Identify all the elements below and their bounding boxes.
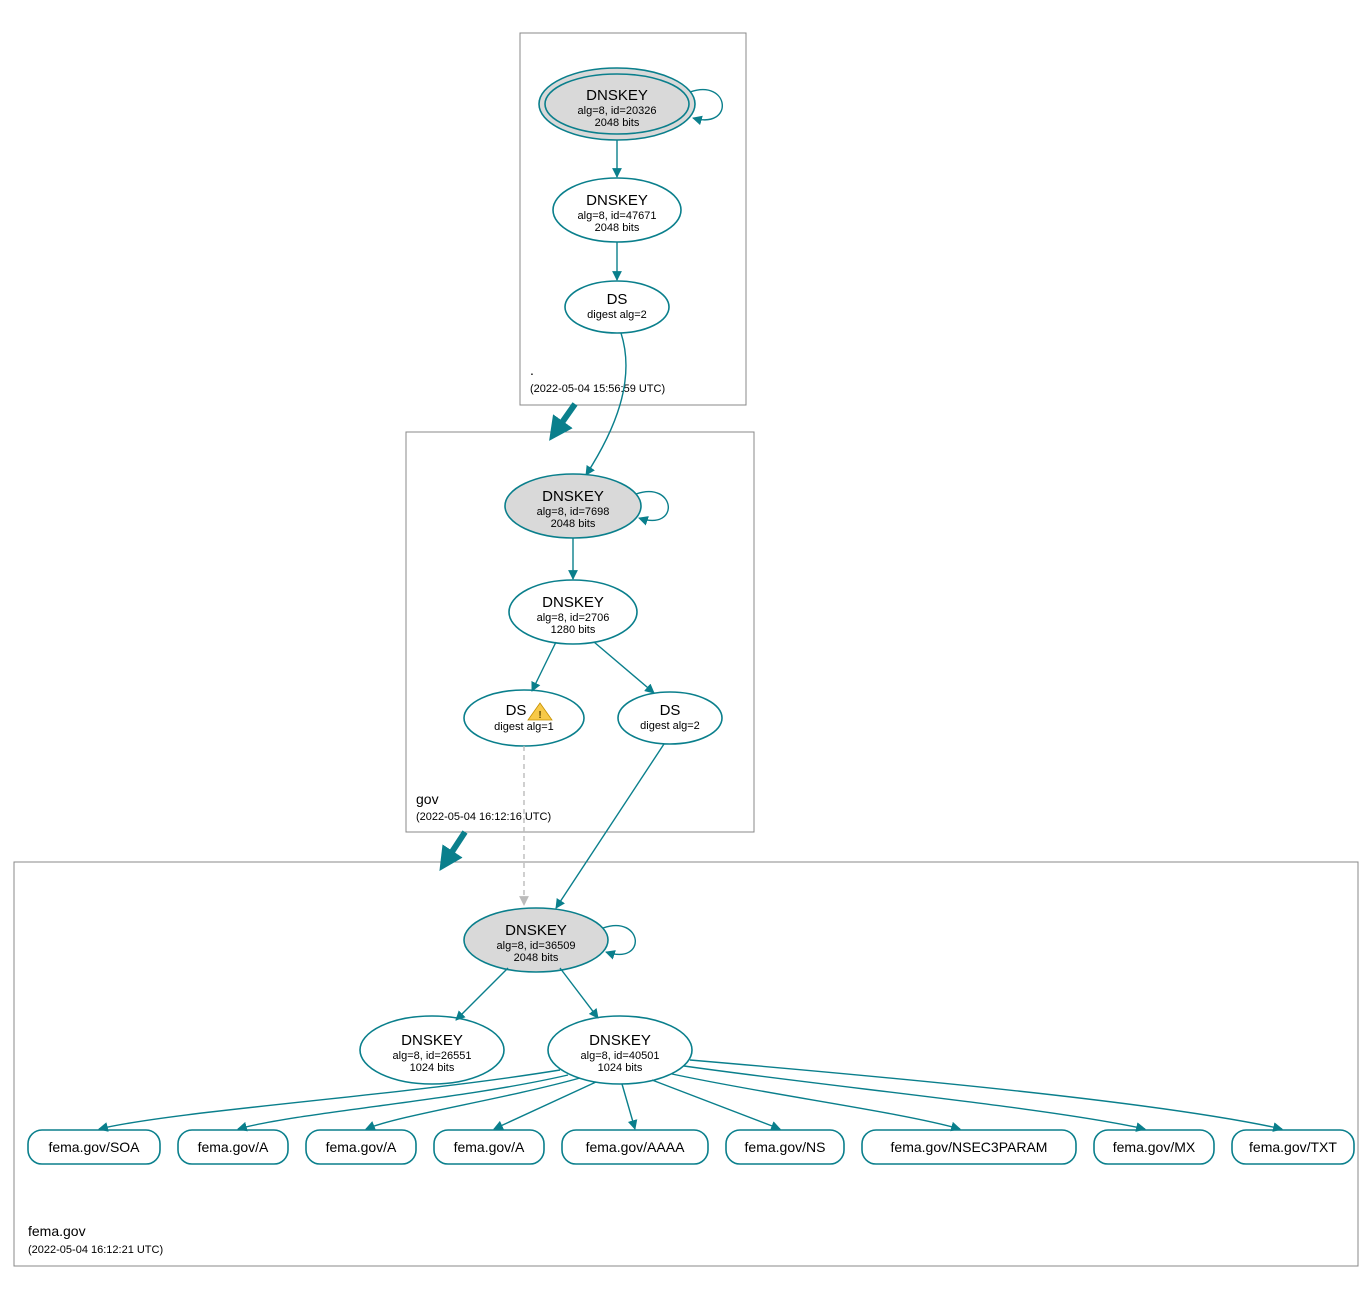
node-root-ds: DS digest alg=2	[565, 281, 669, 333]
rrsets: fema.gov/SOA fema.gov/A fema.gov/A fema.…	[28, 1130, 1354, 1164]
svg-text:alg=8, id=47671: alg=8, id=47671	[578, 210, 657, 222]
svg-text:1280 bits: 1280 bits	[551, 624, 596, 636]
rrset-aaaa: fema.gov/AAAA	[562, 1130, 708, 1164]
rrset-soa: fema.gov/SOA	[28, 1130, 160, 1164]
svg-text:fema.gov/MX: fema.gov/MX	[1113, 1139, 1196, 1155]
svg-text:alg=8, id=40501: alg=8, id=40501	[581, 1050, 660, 1062]
svg-text:fema.gov/A: fema.gov/A	[326, 1139, 397, 1155]
svg-text:DNSKEY: DNSKEY	[586, 192, 648, 209]
edge-zsk2-aaaa	[622, 1084, 635, 1129]
node-gov-zsk: DNSKEY alg=8, id=2706 1280 bits	[509, 580, 637, 644]
zone-fema-label: fema.gov	[28, 1223, 86, 1239]
svg-text:alg=8, id=20326: alg=8, id=20326	[578, 105, 657, 117]
svg-text:alg=8, id=36509: alg=8, id=36509	[497, 940, 576, 952]
svg-text:2048 bits: 2048 bits	[514, 952, 559, 964]
svg-text:alg=8, id=26551: alg=8, id=26551	[393, 1050, 472, 1062]
svg-text:digest alg=1: digest alg=1	[494, 721, 554, 733]
edge-govzsk-ds1	[532, 642, 556, 691]
svg-text:fema.gov/SOA: fema.gov/SOA	[48, 1139, 140, 1155]
rrset-a-1: fema.gov/A	[178, 1130, 288, 1164]
zone-fema: fema.gov (2022-05-04 16:12:21 UTC) DNSKE…	[14, 744, 1358, 1266]
svg-text:2048 bits: 2048 bits	[551, 518, 596, 530]
edge-femaksk-zsk1	[456, 968, 508, 1020]
svg-text:2048 bits: 2048 bits	[595, 117, 640, 129]
svg-text:DNSKEY: DNSKEY	[589, 1032, 651, 1049]
zone-gov-label: gov	[416, 791, 439, 807]
edge-govzsk-ds2	[594, 642, 654, 693]
node-gov-ds1: DS ! digest alg=1	[464, 690, 584, 746]
zone-root-timestamp: (2022-05-04 15:56:59 UTC)	[530, 383, 665, 395]
rrset-a-2: fema.gov/A	[306, 1130, 416, 1164]
svg-text:DS: DS	[660, 702, 681, 719]
svg-text:alg=8, id=7698: alg=8, id=7698	[537, 506, 610, 518]
edge-rootds-govksk	[586, 333, 626, 475]
node-fema-zsk1: DNSKEY alg=8, id=26551 1024 bits	[360, 1016, 504, 1084]
edge-femaksk-zsk2	[560, 968, 598, 1018]
svg-text:fema.gov/NSEC3PARAM: fema.gov/NSEC3PARAM	[891, 1139, 1048, 1155]
node-fema-ksk: DNSKEY alg=8, id=36509 2048 bits	[464, 908, 608, 972]
edge-zsk2-nsec3	[672, 1074, 960, 1129]
rrset-nsec3param: fema.gov/NSEC3PARAM	[862, 1130, 1076, 1164]
rrset-ns: fema.gov/NS	[726, 1130, 844, 1164]
rrset-mx: fema.gov/MX	[1094, 1130, 1214, 1164]
rrset-a-3: fema.gov/A	[434, 1130, 544, 1164]
svg-text:DS: DS	[506, 702, 527, 719]
svg-text:1024 bits: 1024 bits	[410, 1062, 455, 1074]
zone-root-label: .	[530, 362, 534, 378]
zone-gov: gov (2022-05-04 16:12:16 UTC) DNSKEY alg…	[406, 333, 754, 832]
zone-root: . (2022-05-04 15:56:59 UTC) DNSKEY alg=8…	[520, 33, 746, 405]
node-root-ksk: DNSKEY alg=8, id=20326 2048 bits	[539, 68, 695, 140]
svg-text:fema.gov/AAAA: fema.gov/AAAA	[586, 1139, 685, 1155]
svg-text:DS: DS	[607, 291, 628, 308]
edge-gov-to-fema-delegation	[446, 832, 465, 861]
svg-text:alg=8, id=2706: alg=8, id=2706	[537, 612, 610, 624]
node-gov-ksk: DNSKEY alg=8, id=7698 2048 bits	[505, 474, 641, 538]
edge-zsk2-a3	[494, 1082, 596, 1129]
edge-root-to-gov-delegation	[556, 404, 575, 431]
rrset-txt: fema.gov/TXT	[1232, 1130, 1354, 1164]
svg-text:digest alg=2: digest alg=2	[640, 720, 700, 732]
node-fema-zsk2: DNSKEY alg=8, id=40501 1024 bits	[548, 1016, 692, 1084]
zone-gov-timestamp: (2022-05-04 16:12:16 UTC)	[416, 811, 551, 823]
svg-text:fema.gov/A: fema.gov/A	[198, 1139, 269, 1155]
svg-text:DNSKEY: DNSKEY	[505, 922, 567, 939]
svg-text:DNSKEY: DNSKEY	[542, 488, 604, 505]
svg-text:digest alg=2: digest alg=2	[587, 309, 647, 321]
node-gov-ds2: DS digest alg=2	[618, 692, 722, 744]
edge-zsk2-a1	[238, 1075, 568, 1129]
svg-text:2048 bits: 2048 bits	[595, 222, 640, 234]
svg-text:DNSKEY: DNSKEY	[542, 594, 604, 611]
edge-govds2-femaksk	[556, 744, 664, 908]
svg-text:!: !	[538, 710, 541, 721]
svg-text:fema.gov/TXT: fema.gov/TXT	[1249, 1139, 1337, 1155]
zone-fema-timestamp: (2022-05-04 16:12:21 UTC)	[28, 1244, 163, 1256]
svg-text:DNSKEY: DNSKEY	[586, 87, 648, 104]
svg-text:DNSKEY: DNSKEY	[401, 1032, 463, 1049]
node-root-zsk: DNSKEY alg=8, id=47671 2048 bits	[553, 178, 681, 242]
edge-zsk2-ns	[652, 1080, 780, 1129]
dnssec-graph: . (2022-05-04 15:56:59 UTC) DNSKEY alg=8…	[0, 0, 1372, 1299]
svg-text:fema.gov/NS: fema.gov/NS	[745, 1139, 826, 1155]
svg-text:fema.gov/A: fema.gov/A	[454, 1139, 525, 1155]
svg-text:1024 bits: 1024 bits	[598, 1062, 643, 1074]
